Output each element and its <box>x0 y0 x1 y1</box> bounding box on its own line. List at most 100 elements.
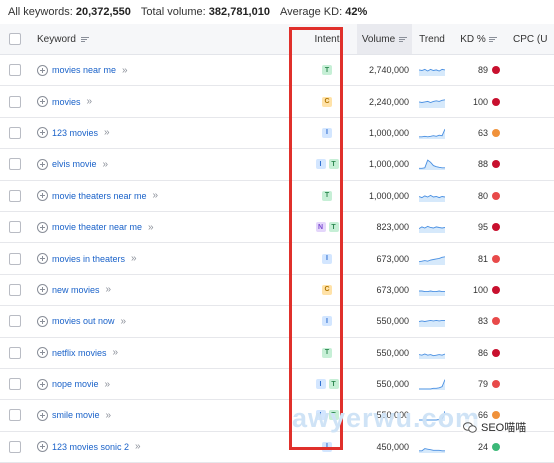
volume-header-label: Volume <box>361 33 396 45</box>
keyword-link[interactable]: netflix movies <box>52 348 107 358</box>
open-serp-icon[interactable]: » <box>104 127 109 138</box>
keyword-cell: smile movie » <box>30 409 297 421</box>
add-keyword-icon[interactable] <box>37 378 48 390</box>
add-keyword-icon[interactable] <box>37 441 48 453</box>
intent-badge[interactable]: N <box>315 222 326 233</box>
intent-badge[interactable]: I <box>322 253 332 264</box>
kd-difficulty-dot <box>492 191 500 200</box>
intent-badge[interactable]: C <box>322 284 332 295</box>
intent-column-header[interactable]: Intent <box>297 34 357 45</box>
kd-cell: 81 <box>452 254 505 264</box>
kd-difficulty-dot <box>492 128 500 137</box>
open-serp-icon[interactable]: » <box>131 253 136 264</box>
row-checkbox[interactable] <box>9 409 21 422</box>
intent-badge[interactable]: I <box>322 127 332 138</box>
row-checkbox[interactable] <box>9 346 21 359</box>
row-checkbox[interactable] <box>9 95 21 108</box>
intent-badge[interactable]: I <box>322 441 332 452</box>
open-serp-icon[interactable]: » <box>106 410 111 421</box>
select-all-checkbox[interactable] <box>9 33 21 45</box>
open-serp-icon[interactable]: » <box>135 441 140 452</box>
keyword-link[interactable]: elvis movie <box>52 159 97 169</box>
add-keyword-icon[interactable] <box>37 315 48 327</box>
trend-sparkline <box>419 194 445 202</box>
intent-badge[interactable]: I <box>322 316 332 327</box>
keyword-link[interactable]: movies <box>52 97 81 107</box>
keyword-link[interactable]: smile movie <box>52 410 100 420</box>
trend-cell <box>412 378 452 391</box>
add-keyword-icon[interactable] <box>37 96 48 108</box>
intent-badge[interactable]: T <box>328 159 339 170</box>
intent-badge[interactable]: T <box>328 410 339 421</box>
keyword-link[interactable]: 123 movies sonic 2 <box>52 442 129 452</box>
intent-badge[interactable]: T <box>328 222 339 233</box>
volume-column-header[interactable]: Volume <box>357 24 412 54</box>
intent-badge[interactable]: T <box>328 379 339 390</box>
intent-badge[interactable]: I <box>315 410 326 421</box>
intent-badge[interactable]: T <box>322 65 332 76</box>
add-keyword-icon[interactable] <box>37 158 48 170</box>
kd-value: 100 <box>472 284 488 295</box>
open-serp-icon[interactable]: » <box>103 159 108 170</box>
keyword-link[interactable]: 123 movies <box>52 128 98 138</box>
add-keyword-icon[interactable] <box>37 127 48 139</box>
intent-badge[interactable]: I <box>315 379 326 390</box>
row-checkbox[interactable] <box>9 378 21 391</box>
open-serp-icon[interactable]: » <box>122 65 127 76</box>
table-row: movies near me » T 2,740,000 89 <box>0 55 554 87</box>
row-checkbox[interactable] <box>9 252 21 265</box>
kd-column-header[interactable]: KD % <box>452 34 505 45</box>
intent-cell: C <box>297 284 357 295</box>
trend-cell <box>412 441 452 453</box>
sort-icon[interactable] <box>488 36 497 42</box>
add-keyword-icon[interactable] <box>37 347 48 359</box>
row-checkbox[interactable] <box>9 126 21 139</box>
add-keyword-icon[interactable] <box>37 221 48 233</box>
open-serp-icon[interactable]: » <box>87 96 92 107</box>
row-checkbox[interactable] <box>9 64 21 77</box>
add-keyword-icon[interactable] <box>37 64 48 76</box>
trend-cell <box>412 64 452 77</box>
cpc-column-header[interactable]: CPC (U <box>505 34 554 45</box>
intent-badge[interactable]: T <box>322 190 332 201</box>
intent-badge[interactable]: I <box>315 159 326 170</box>
row-checkbox[interactable] <box>9 221 21 234</box>
open-serp-icon[interactable]: » <box>105 379 110 390</box>
keyword-link[interactable]: new movies <box>52 285 100 295</box>
average-kd-stat: Average KD: 42% <box>280 6 367 18</box>
keyword-link[interactable]: movies in theaters <box>52 254 125 264</box>
trend-cell <box>412 284 452 296</box>
row-checkbox[interactable] <box>9 440 21 453</box>
row-checkbox[interactable] <box>9 189 21 202</box>
sort-descending-icon[interactable] <box>399 36 408 42</box>
open-serp-icon[interactable]: » <box>148 222 153 233</box>
keyword-link[interactable]: movies out now <box>52 316 115 326</box>
keyword-column-header[interactable]: Keyword <box>30 34 297 45</box>
row-checkbox[interactable] <box>9 283 21 296</box>
intent-badge[interactable]: T <box>322 347 332 358</box>
open-serp-icon[interactable]: » <box>121 316 126 327</box>
keyword-link[interactable]: movie theaters near me <box>52 191 147 201</box>
add-keyword-icon[interactable] <box>37 190 48 202</box>
keyword-link[interactable]: movies near me <box>52 65 116 75</box>
add-keyword-icon[interactable] <box>37 253 48 265</box>
open-serp-icon[interactable]: » <box>113 347 118 358</box>
intent-badge[interactable]: C <box>322 96 332 107</box>
trend-cell <box>412 221 452 234</box>
open-serp-icon[interactable]: » <box>153 190 158 201</box>
keyword-link[interactable]: nope movie <box>52 379 99 389</box>
total-volume-value: 382,781,010 <box>208 6 270 18</box>
sort-icon[interactable] <box>80 36 89 42</box>
wechat-badge: SEO喵喵 <box>463 419 527 435</box>
keyword-link[interactable]: movie theater near me <box>52 222 142 232</box>
row-checkbox[interactable] <box>9 315 21 328</box>
add-keyword-icon[interactable] <box>37 284 48 296</box>
kd-difficulty-dot <box>492 66 500 75</box>
wechat-label: SEO喵喵 <box>481 422 527 434</box>
keyword-cell: movie theaters near me » <box>30 190 297 202</box>
keyword-cell: movies out now » <box>30 315 297 327</box>
trend-sparkline <box>419 98 445 108</box>
row-checkbox[interactable] <box>9 158 21 171</box>
add-keyword-icon[interactable] <box>37 409 48 421</box>
open-serp-icon[interactable]: » <box>106 284 111 295</box>
